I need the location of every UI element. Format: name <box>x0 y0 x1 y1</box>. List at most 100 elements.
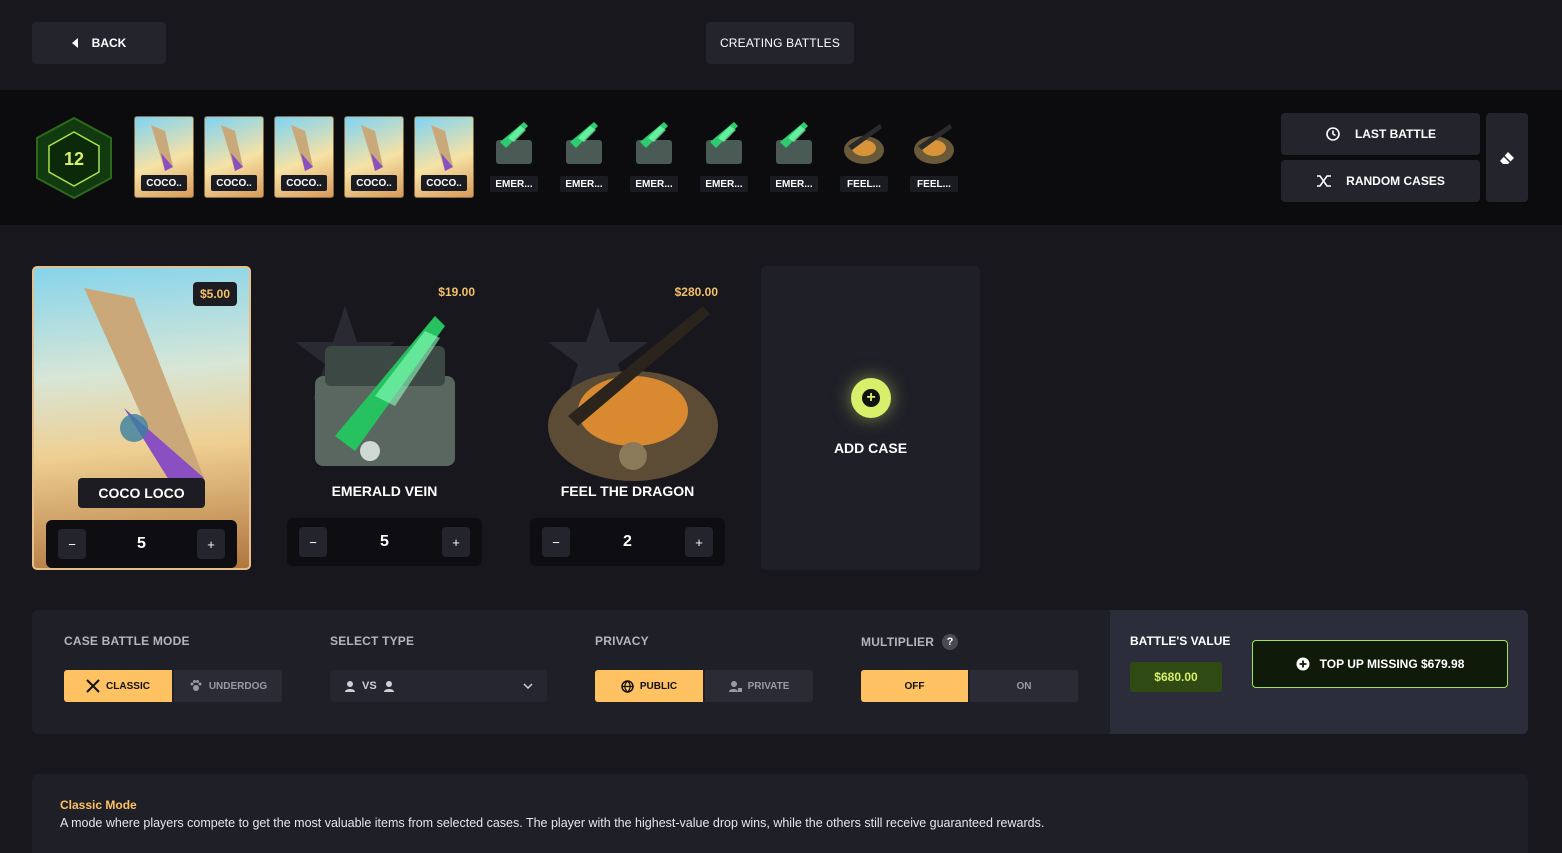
battle-value-label: BATTLE'S VALUE <box>1130 634 1231 648</box>
case-card[interactable]: $280.00 FEEL THE DRAGON − 2 + <box>518 266 737 570</box>
user-icon <box>345 681 355 692</box>
caret-left-icon <box>71 38 78 48</box>
emerald-chest-icon <box>566 122 602 164</box>
help-icon[interactable]: ? <box>942 634 959 650</box>
case-thumb[interactable]: COCO.. <box>274 116 334 198</box>
dragon-chest-icon <box>844 124 884 164</box>
case-thumb[interactable]: EMER... <box>770 116 818 198</box>
case-thumb[interactable]: FEEL... <box>840 116 888 198</box>
case-thumb[interactable]: FEEL... <box>910 116 958 198</box>
back-label: BACK <box>91 36 127 50</box>
decrement-button[interactable]: − <box>58 529 86 559</box>
case-thumb[interactable]: COCO.. <box>134 116 194 198</box>
thumb-label: EMER... <box>630 176 678 192</box>
decrement-button[interactable]: − <box>299 527 327 557</box>
add-case-label: ADD CASE <box>833 440 908 456</box>
case-price: $19.00 <box>438 285 475 299</box>
thumb-label: COCO.. <box>421 175 467 191</box>
mode-description-text: A mode where players compete to get the … <box>60 816 1045 830</box>
thumb-label: EMER... <box>560 176 608 192</box>
case-price: $280.00 <box>674 285 718 299</box>
type-select[interactable]: VS <box>330 670 547 702</box>
quantity-stepper: − 5 + <box>46 520 237 568</box>
mode-classic-button[interactable]: CLASSIC <box>64 670 172 702</box>
random-cases-button[interactable]: RANDOM CASES <box>1281 160 1480 202</box>
case-thumb[interactable]: COCO.. <box>344 116 404 198</box>
select-type-label: SELECT TYPE <box>330 634 415 648</box>
case-thumb[interactable]: EMER... <box>700 116 748 198</box>
page-title: CREATING BATTLES <box>706 22 854 64</box>
top-up-button[interactable]: TOP UP MISSING $679.98 <box>1252 640 1508 688</box>
privacy-private-button[interactable]: PRIVATE <box>705 670 813 702</box>
thumb-label: COCO.. <box>211 175 257 191</box>
case-thumb[interactable]: COCO.. <box>204 116 264 198</box>
top-up-label: TOP UP MISSING $679.98 <box>1319 657 1465 671</box>
shuffle-icon <box>1317 175 1332 187</box>
thumb-label: COCO.. <box>351 175 397 191</box>
case-thumb[interactable]: EMER... <box>630 116 678 198</box>
privacy-toggle: PUBLIC PRIVATE <box>595 670 813 702</box>
case-thumb[interactable]: COCO.. <box>414 116 474 198</box>
mode-description-title: Classic Mode <box>60 798 137 812</box>
user-lock-icon <box>728 680 742 692</box>
top-bar: BACK CREATING BATTLES <box>0 0 1562 88</box>
case-card[interactable]: $19.00 EMERALD VEIN − 5 + <box>275 266 494 570</box>
multiplier-off-button[interactable]: OFF <box>861 670 968 702</box>
dragon-chest-icon <box>914 124 954 164</box>
last-battle-button[interactable]: LAST BATTLE <box>1281 113 1480 155</box>
mode-description: Classic Mode A mode where players compet… <box>32 774 1528 853</box>
battle-mode-label: CASE BATTLE MODE <box>64 634 190 648</box>
knife-icon <box>431 125 453 171</box>
case-count-badge: 12 <box>35 116 113 200</box>
increment-button[interactable]: + <box>685 527 713 557</box>
knife-icon <box>151 125 173 171</box>
knife-icon <box>291 125 313 171</box>
globe-icon <box>621 679 634 693</box>
emerald-chest-icon <box>636 122 672 164</box>
decrement-button[interactable]: − <box>542 527 570 557</box>
case-name: FEEL THE DRAGON <box>560 483 695 499</box>
multiplier-on-button[interactable]: ON <box>970 670 1078 702</box>
mode-underdog-button[interactable]: UNDERDOG <box>174 670 282 702</box>
emerald-chest-icon <box>496 122 532 164</box>
increment-button[interactable]: + <box>442 527 470 557</box>
thumb-label: EMER... <box>490 176 538 192</box>
quantity-value: 5 <box>137 535 146 552</box>
quantity-stepper: − 5 + <box>287 518 482 566</box>
case-card[interactable]: $5.00 COCO LOCO − 5 + <box>32 266 251 570</box>
battle-value-amount: $680.00 <box>1130 662 1222 692</box>
paw-icon <box>190 680 202 691</box>
plus-circle-icon <box>1296 657 1310 671</box>
back-button[interactable]: BACK <box>32 22 166 64</box>
battle-value-panel: BATTLE'S VALUE $680.00 TOP UP MISSING $6… <box>1110 610 1528 734</box>
thumb-label: FEEL... <box>840 176 888 192</box>
thumb-label: COCO.. <box>141 175 187 191</box>
case-count: 12 <box>64 149 84 169</box>
battle-settings-panel: CASE BATTLE MODE CLASSIC UNDERDOG SELECT… <box>32 610 1528 734</box>
quantity-value: 2 <box>623 533 632 550</box>
case-thumb[interactable]: EMER... <box>490 116 538 198</box>
multiplier-label: MULTIPLIER ? <box>861 634 959 650</box>
add-case-card[interactable]: + ADD CASE <box>761 266 980 570</box>
quantity-stepper: − 2 + <box>530 518 725 566</box>
thumb-label: EMER... <box>700 176 748 192</box>
hexagon-icon: 12 <box>36 116 112 200</box>
coco-loco-knife-image <box>84 288 204 488</box>
privacy-public-button[interactable]: PUBLIC <box>595 670 703 702</box>
thumb-label: EMER... <box>770 176 818 192</box>
clear-cases-button[interactable] <box>1486 113 1528 202</box>
plus-circle-icon: + <box>851 378 891 418</box>
case-price: $5.00 <box>192 282 237 306</box>
emerald-vein-chest-image <box>295 306 455 466</box>
case-thumb[interactable]: EMER... <box>560 116 608 198</box>
multiplier-toggle: OFF ON <box>861 670 1078 702</box>
increment-button[interactable]: + <box>197 529 225 559</box>
thumb-label: COCO.. <box>281 175 327 191</box>
battle-mode-toggle: CLASSIC UNDERDOG <box>64 670 282 702</box>
user-icon <box>383 681 394 692</box>
chevron-down-icon <box>523 683 533 689</box>
emerald-chest-icon <box>706 122 742 164</box>
emerald-chest-icon <box>776 122 812 164</box>
knife-icon <box>221 125 243 171</box>
thumb-label: FEEL... <box>910 176 958 192</box>
